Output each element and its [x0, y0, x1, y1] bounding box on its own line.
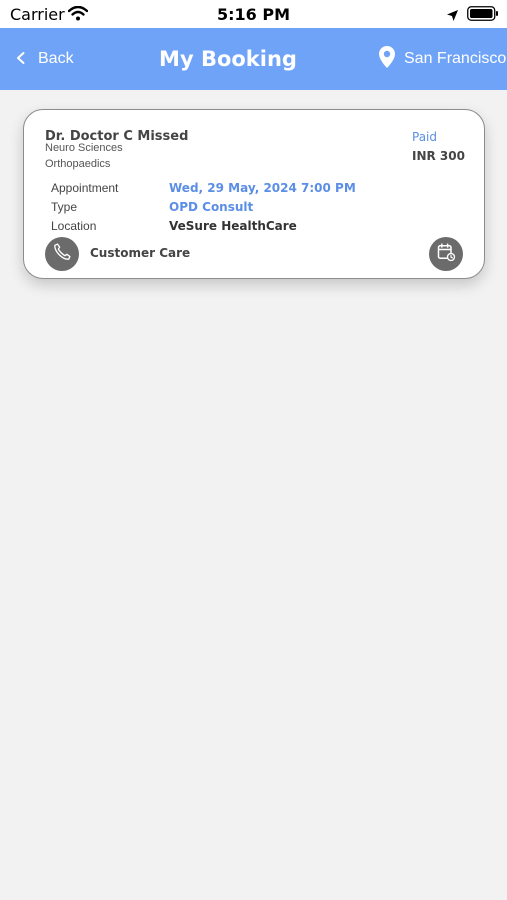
status-time: 5:16 PM [216, 5, 290, 24]
my-booking-screen: Carrier 5:16 PM Back My Booking San Fran… [0, 0, 507, 900]
doctor-specialty: Orthopaedics [45, 158, 111, 170]
map-pin-icon [378, 45, 396, 73]
nav-bar: Back My Booking San Francisco [0, 28, 507, 90]
appointment-label: Appointment [51, 181, 119, 195]
back-label: Back [38, 50, 74, 67]
type-label: Type [51, 200, 78, 214]
location-value: VeSure HealthCare [169, 219, 297, 233]
phone-icon [52, 242, 72, 266]
location-arrow-icon [446, 7, 459, 26]
booking-card[interactable]: Dr. Doctor C Missed Neuro Sciences Ortho… [23, 109, 485, 279]
location-label: Location [51, 219, 97, 233]
appointment-value: Wed, 29 May, 2024 7:00 PM [169, 181, 356, 195]
call-button[interactable] [45, 237, 79, 271]
back-button[interactable]: Back [14, 28, 74, 90]
calendar-reschedule-icon [436, 242, 456, 266]
location-selector[interactable]: San Francisco [378, 28, 506, 90]
payment-amount: INR 300 [412, 149, 465, 163]
customer-care-label[interactable]: Customer Care [90, 246, 190, 260]
type-value: OPD Consult [169, 200, 254, 214]
battery-icon [467, 6, 499, 25]
status-bar: Carrier 5:16 PM [0, 0, 507, 28]
location-label: San Francisco [404, 50, 507, 67]
doctor-department: Neuro Sciences [45, 142, 123, 154]
reschedule-button[interactable] [429, 237, 463, 271]
page-title: My Booking [159, 47, 297, 71]
chevron-left-icon [14, 50, 28, 69]
payment-status: Paid [412, 130, 438, 144]
